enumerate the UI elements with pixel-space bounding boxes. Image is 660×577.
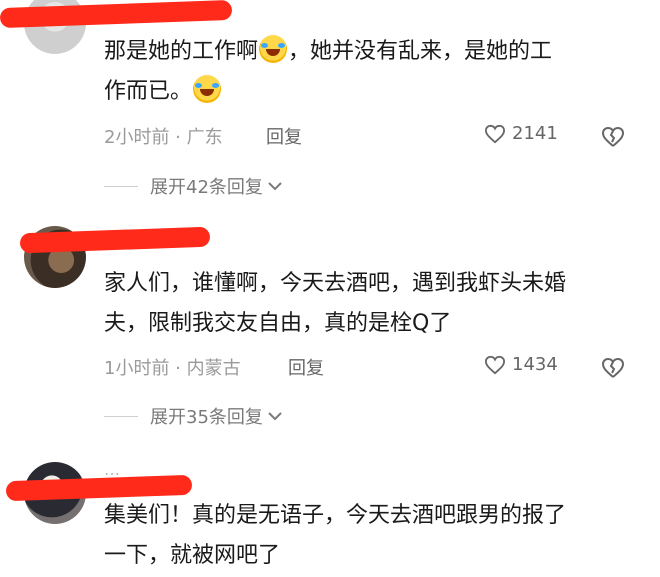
reply-button[interactable]: 回复 — [288, 354, 324, 380]
broken-heart-icon[interactable] — [601, 356, 625, 380]
comment-text-part1: 那是她的工作啊 — [104, 39, 259, 64]
comment-text-line1: 集美们！真的是无语子，今天去酒吧跟男的报了 — [104, 503, 567, 528]
expand-replies-button[interactable]: 展开42条回复 — [104, 173, 283, 199]
broken-heart-icon[interactable] — [601, 125, 625, 149]
reply-button[interactable]: 回复 — [266, 123, 302, 149]
comment-text: 集美们！真的是无语子，今天去酒吧跟男的报了 一下，就被网吧了 — [104, 496, 644, 576]
username[interactable]: … — [104, 460, 120, 479]
comment-text: 那是她的工作啊 ，她并没有乱来，是她的工 作而已。 — [104, 32, 644, 112]
comment-meta: 1小时前 · 内蒙古 — [104, 358, 241, 379]
expand-replies-label: 展开42条回复 — [150, 177, 263, 198]
comment-text-part3: 作而已。 — [104, 79, 193, 104]
like-count: 1434 — [512, 354, 558, 375]
heart-icon — [484, 124, 506, 143]
like-button[interactable]: 1434 — [484, 354, 558, 375]
laugh-cry-emoji-icon — [259, 35, 288, 63]
comment-meta: 2小时前 · 广东 — [104, 127, 223, 148]
divider — [104, 185, 138, 187]
divider — [104, 415, 138, 417]
chevron-down-icon — [268, 182, 282, 191]
expand-replies-label: 展开35条回复 — [150, 407, 263, 428]
like-button[interactable]: 2141 — [484, 123, 558, 144]
comment-text-line1: 家人们，谁懂啊，今天去酒吧，遇到我虾头未婚 — [104, 271, 567, 296]
laugh-cry-emoji-icon — [193, 75, 222, 103]
chevron-down-icon — [268, 412, 282, 421]
heart-icon — [484, 355, 506, 374]
like-count: 2141 — [512, 123, 558, 144]
comment-text: 家人们，谁懂啊，今天去酒吧，遇到我虾头未婚 夫，限制我交友自由，真的是栓Q了 — [104, 264, 644, 344]
comment-text-line2: 一下，就被网吧了 — [104, 543, 281, 568]
expand-replies-button[interactable]: 展开35条回复 — [104, 403, 283, 429]
comment-text-part2: ，她并没有乱来，是她的工 — [288, 39, 553, 64]
comment-text-line2: 夫，限制我交友自由，真的是栓Q了 — [104, 311, 452, 336]
